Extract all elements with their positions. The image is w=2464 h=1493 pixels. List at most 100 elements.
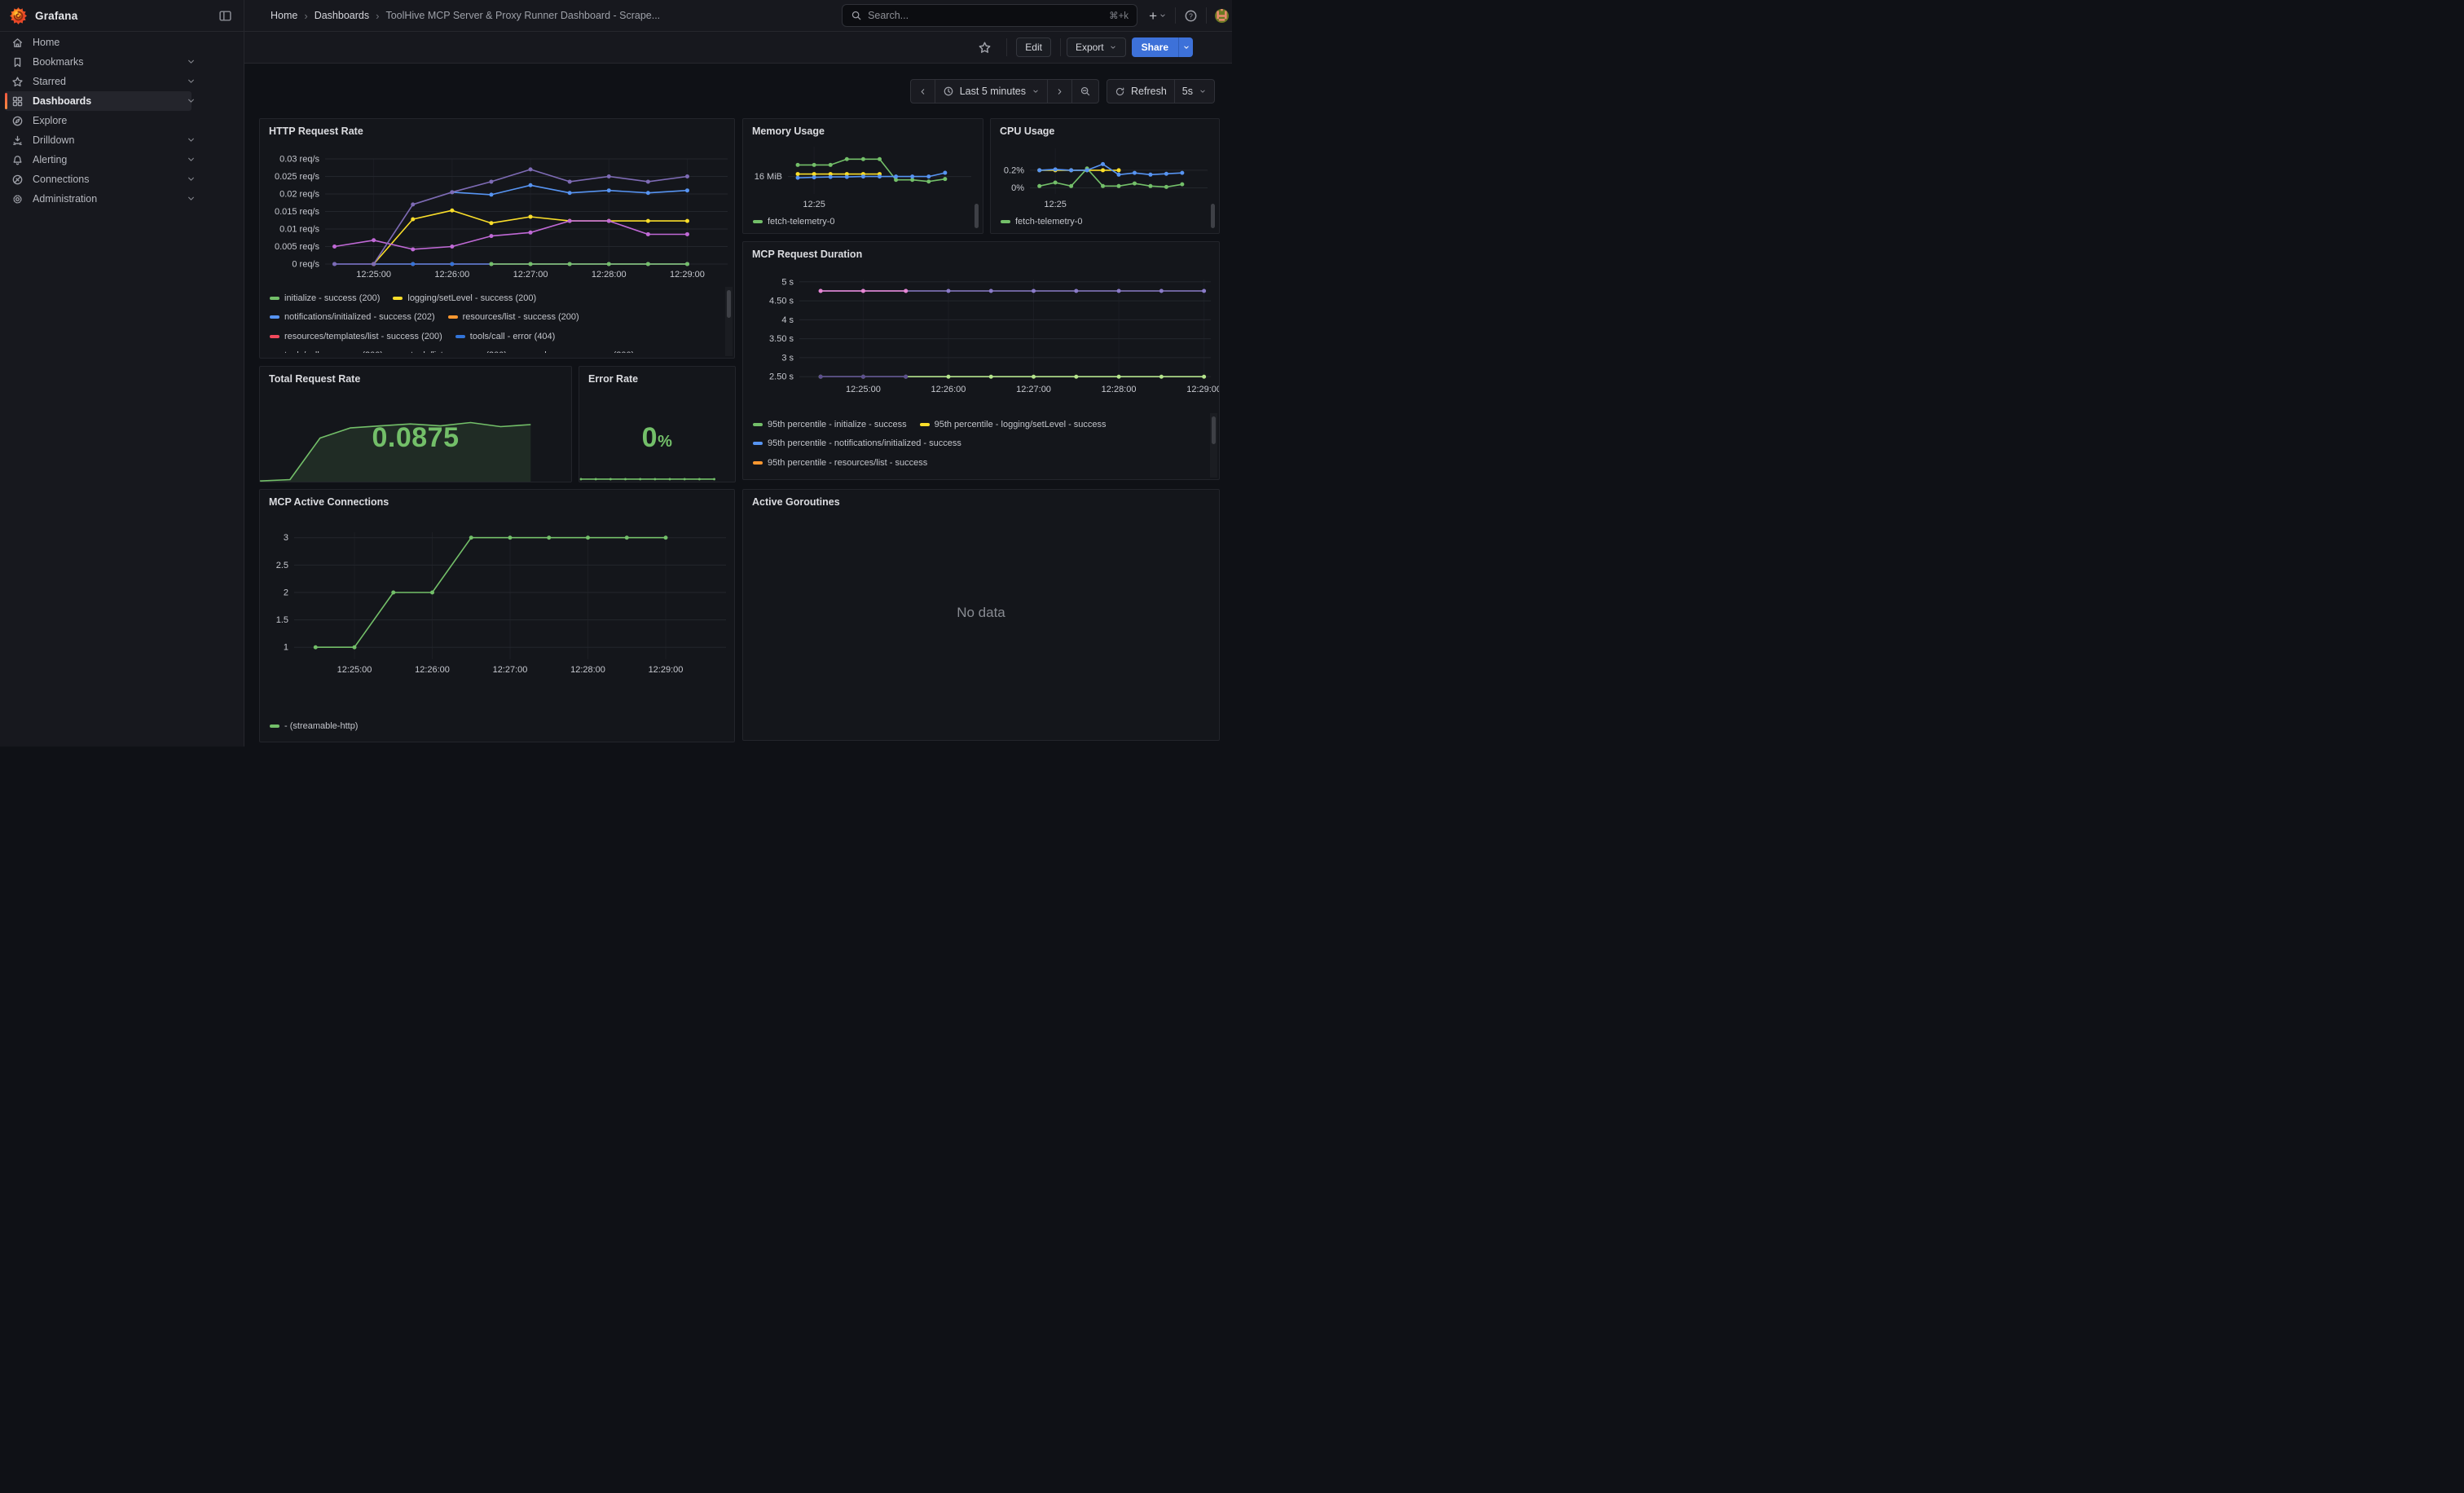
http-legend: initialize - success (200) logging/setLev… (270, 288, 723, 353)
dock-menu-icon[interactable] (218, 9, 232, 23)
sidebar-item-administration[interactable]: Administration (0, 189, 244, 209)
legend-item[interactable]: fetch-telemetry-0 (753, 217, 835, 227)
edit-button[interactable]: Edit (1016, 37, 1051, 57)
avatar[interactable] (1215, 9, 1229, 23)
refresh-button[interactable]: Refresh (1107, 79, 1175, 103)
svg-text:2.5: 2.5 (276, 561, 288, 570)
favorite-star-icon[interactable] (978, 41, 992, 55)
breadcrumb-dashboards[interactable]: Dashboards (315, 10, 369, 21)
svg-text:0.015 req/s: 0.015 req/s (275, 207, 320, 217)
legend-scrollbar[interactable] (1212, 416, 1216, 444)
legend-swatch (753, 461, 763, 465)
time-back-button[interactable] (910, 79, 935, 103)
breadcrumb-home[interactable]: Home (271, 10, 297, 21)
legend-swatch (270, 724, 279, 728)
legend-item[interactable]: - (streamable-http) (270, 721, 358, 731)
sidebar-item-dashboards[interactable]: Dashboards (5, 91, 191, 111)
legend-row: fetch-telemetry-0 (1001, 212, 1208, 230)
legend-label: resources/templates/list - success (200) (284, 332, 442, 341)
svg-text:12:25: 12:25 (1044, 200, 1067, 207)
panel-memory-usage: Memory Usage 12:2516 MiB fetch-telemetry… (742, 118, 983, 234)
legend-row: resources/templates/list - success (200)… (270, 327, 723, 346)
expand-chevron-icon[interactable] (186, 154, 196, 165)
legend-swatch (753, 442, 763, 445)
add-button[interactable]: + (1149, 9, 1167, 23)
legend-item[interactable]: tools/call - success (200) (270, 350, 383, 353)
svg-text:2: 2 (284, 588, 288, 597)
share-menu-button[interactable] (1178, 37, 1193, 57)
svg-text:3.50 s: 3.50 s (769, 334, 794, 344)
sidebar-item-explore[interactable]: Explore (0, 111, 244, 130)
legend-item[interactable]: resources/list - success (200) (448, 312, 579, 322)
expand-chevron-icon[interactable] (186, 76, 196, 86)
svg-text:4 s: 4 s (781, 315, 794, 325)
stat-value: 0.0875 (260, 422, 571, 454)
sidebar-item-alerting[interactable]: Alerting (0, 150, 244, 170)
svg-text:0.01 req/s: 0.01 req/s (279, 225, 319, 235)
stat-value: 0% (579, 422, 735, 454)
sidebar-item-bookmarks[interactable]: Bookmarks (0, 52, 244, 72)
legend-label: 95th percentile - logging/setLevel - suc… (935, 420, 1107, 429)
svg-text:12:26:00: 12:26:00 (434, 270, 469, 280)
sidebar-item-drilldown[interactable]: Drilldown (0, 130, 244, 150)
time-range-label: Last 5 minutes (960, 86, 1026, 97)
svg-text:3 s: 3 s (781, 353, 794, 363)
http-request-rate-chart: 12:25:0012:26:0012:27:0012:28:0012:29:00… (260, 140, 735, 280)
time-forward-button[interactable] (1048, 79, 1072, 103)
legend-label: fetch-telemetry-0 (768, 217, 835, 227)
svg-text:0.02 req/s: 0.02 req/s (279, 190, 319, 200)
legend-item[interactable]: fetch-telemetry-0 (1001, 217, 1083, 227)
refresh-interval-label: 5s (1182, 86, 1193, 97)
refresh-interval-picker[interactable]: 5s (1175, 79, 1215, 103)
grafana-logo-icon (10, 7, 27, 24)
legend-item[interactable]: resources/templates/list - success (200) (270, 332, 442, 341)
svg-text:0.005 req/s: 0.005 req/s (275, 242, 320, 252)
sidebar-item-connections[interactable]: Connections (0, 170, 244, 189)
expand-chevron-icon[interactable] (186, 174, 196, 184)
zoom-out-button[interactable] (1072, 79, 1099, 103)
legend-scrollbar[interactable] (1211, 204, 1215, 228)
svg-text:3: 3 (284, 533, 288, 543)
svg-text:12:29:00: 12:29:00 (649, 665, 684, 675)
legend-label: tools/call - error (404) (470, 332, 556, 341)
legend-item[interactable]: 95th percentile - resources/list - succe… (753, 458, 927, 468)
legend-item[interactable]: tools/call - error (404) (455, 332, 556, 341)
svg-text:?: ? (1189, 11, 1193, 20)
export-button[interactable]: Export (1067, 37, 1126, 57)
refresh-group: Refresh 5s (1107, 79, 1215, 103)
panel-active-goroutines: Active Goroutines No data (742, 489, 1220, 741)
expand-chevron-icon[interactable] (186, 134, 196, 145)
legend-item[interactable]: 95th percentile - initialize - success (753, 420, 907, 429)
expand-chevron-icon[interactable] (186, 95, 196, 106)
legend-scrollbar[interactable] (727, 290, 731, 318)
help-button[interactable]: ? (1184, 9, 1198, 23)
legend-item[interactable]: logging/setLevel - success (200) (393, 293, 536, 303)
legend-label: fetch-telemetry-0 (1015, 217, 1083, 227)
legend-label: initialize - success (200) (284, 293, 380, 303)
legend-scrollbar[interactable] (975, 204, 979, 228)
svg-text:12:27:00: 12:27:00 (1016, 385, 1051, 394)
legend-item[interactable]: notifications/initialized - success (202… (270, 312, 435, 322)
sidebar-item-home[interactable]: Home (0, 33, 244, 52)
legend-item[interactable]: 95th percentile - logging/setLevel - suc… (920, 420, 1107, 429)
memory-usage-chart: 12:2516 MiB (743, 140, 983, 207)
legend-label: 95th percentile - notifications/initiali… (768, 438, 961, 448)
sidebar-item-starred[interactable]: Starred (0, 72, 244, 91)
legend-item[interactable]: 95th percentile - notifications/initiali… (753, 438, 961, 448)
time-range-picker[interactable]: Last 5 minutes (935, 79, 1048, 103)
expand-chevron-icon[interactable] (186, 56, 196, 67)
search-input[interactable]: Search... ⌘+k (842, 4, 1137, 27)
expand-chevron-icon[interactable] (186, 193, 196, 204)
svg-text:12:25:00: 12:25:00 (846, 385, 881, 394)
grafana-logo-link[interactable]: Grafana (10, 7, 77, 24)
cpu-usage-chart: 12:250.2%0% (991, 140, 1220, 207)
share-button[interactable]: Share (1132, 37, 1178, 57)
memory-legend: fetch-telemetry-0 (753, 212, 971, 230)
divider (1175, 7, 1176, 24)
svg-text:2.50 s: 2.50 s (769, 372, 794, 382)
legend-item[interactable]: tools/list - success (200) (396, 350, 507, 353)
legend-swatch (753, 423, 763, 426)
legend-item[interactable]: initialize - success (200) (270, 293, 380, 303)
svg-text:12:25: 12:25 (803, 200, 825, 207)
legend-item[interactable]: unknown - success (200) (520, 350, 634, 353)
